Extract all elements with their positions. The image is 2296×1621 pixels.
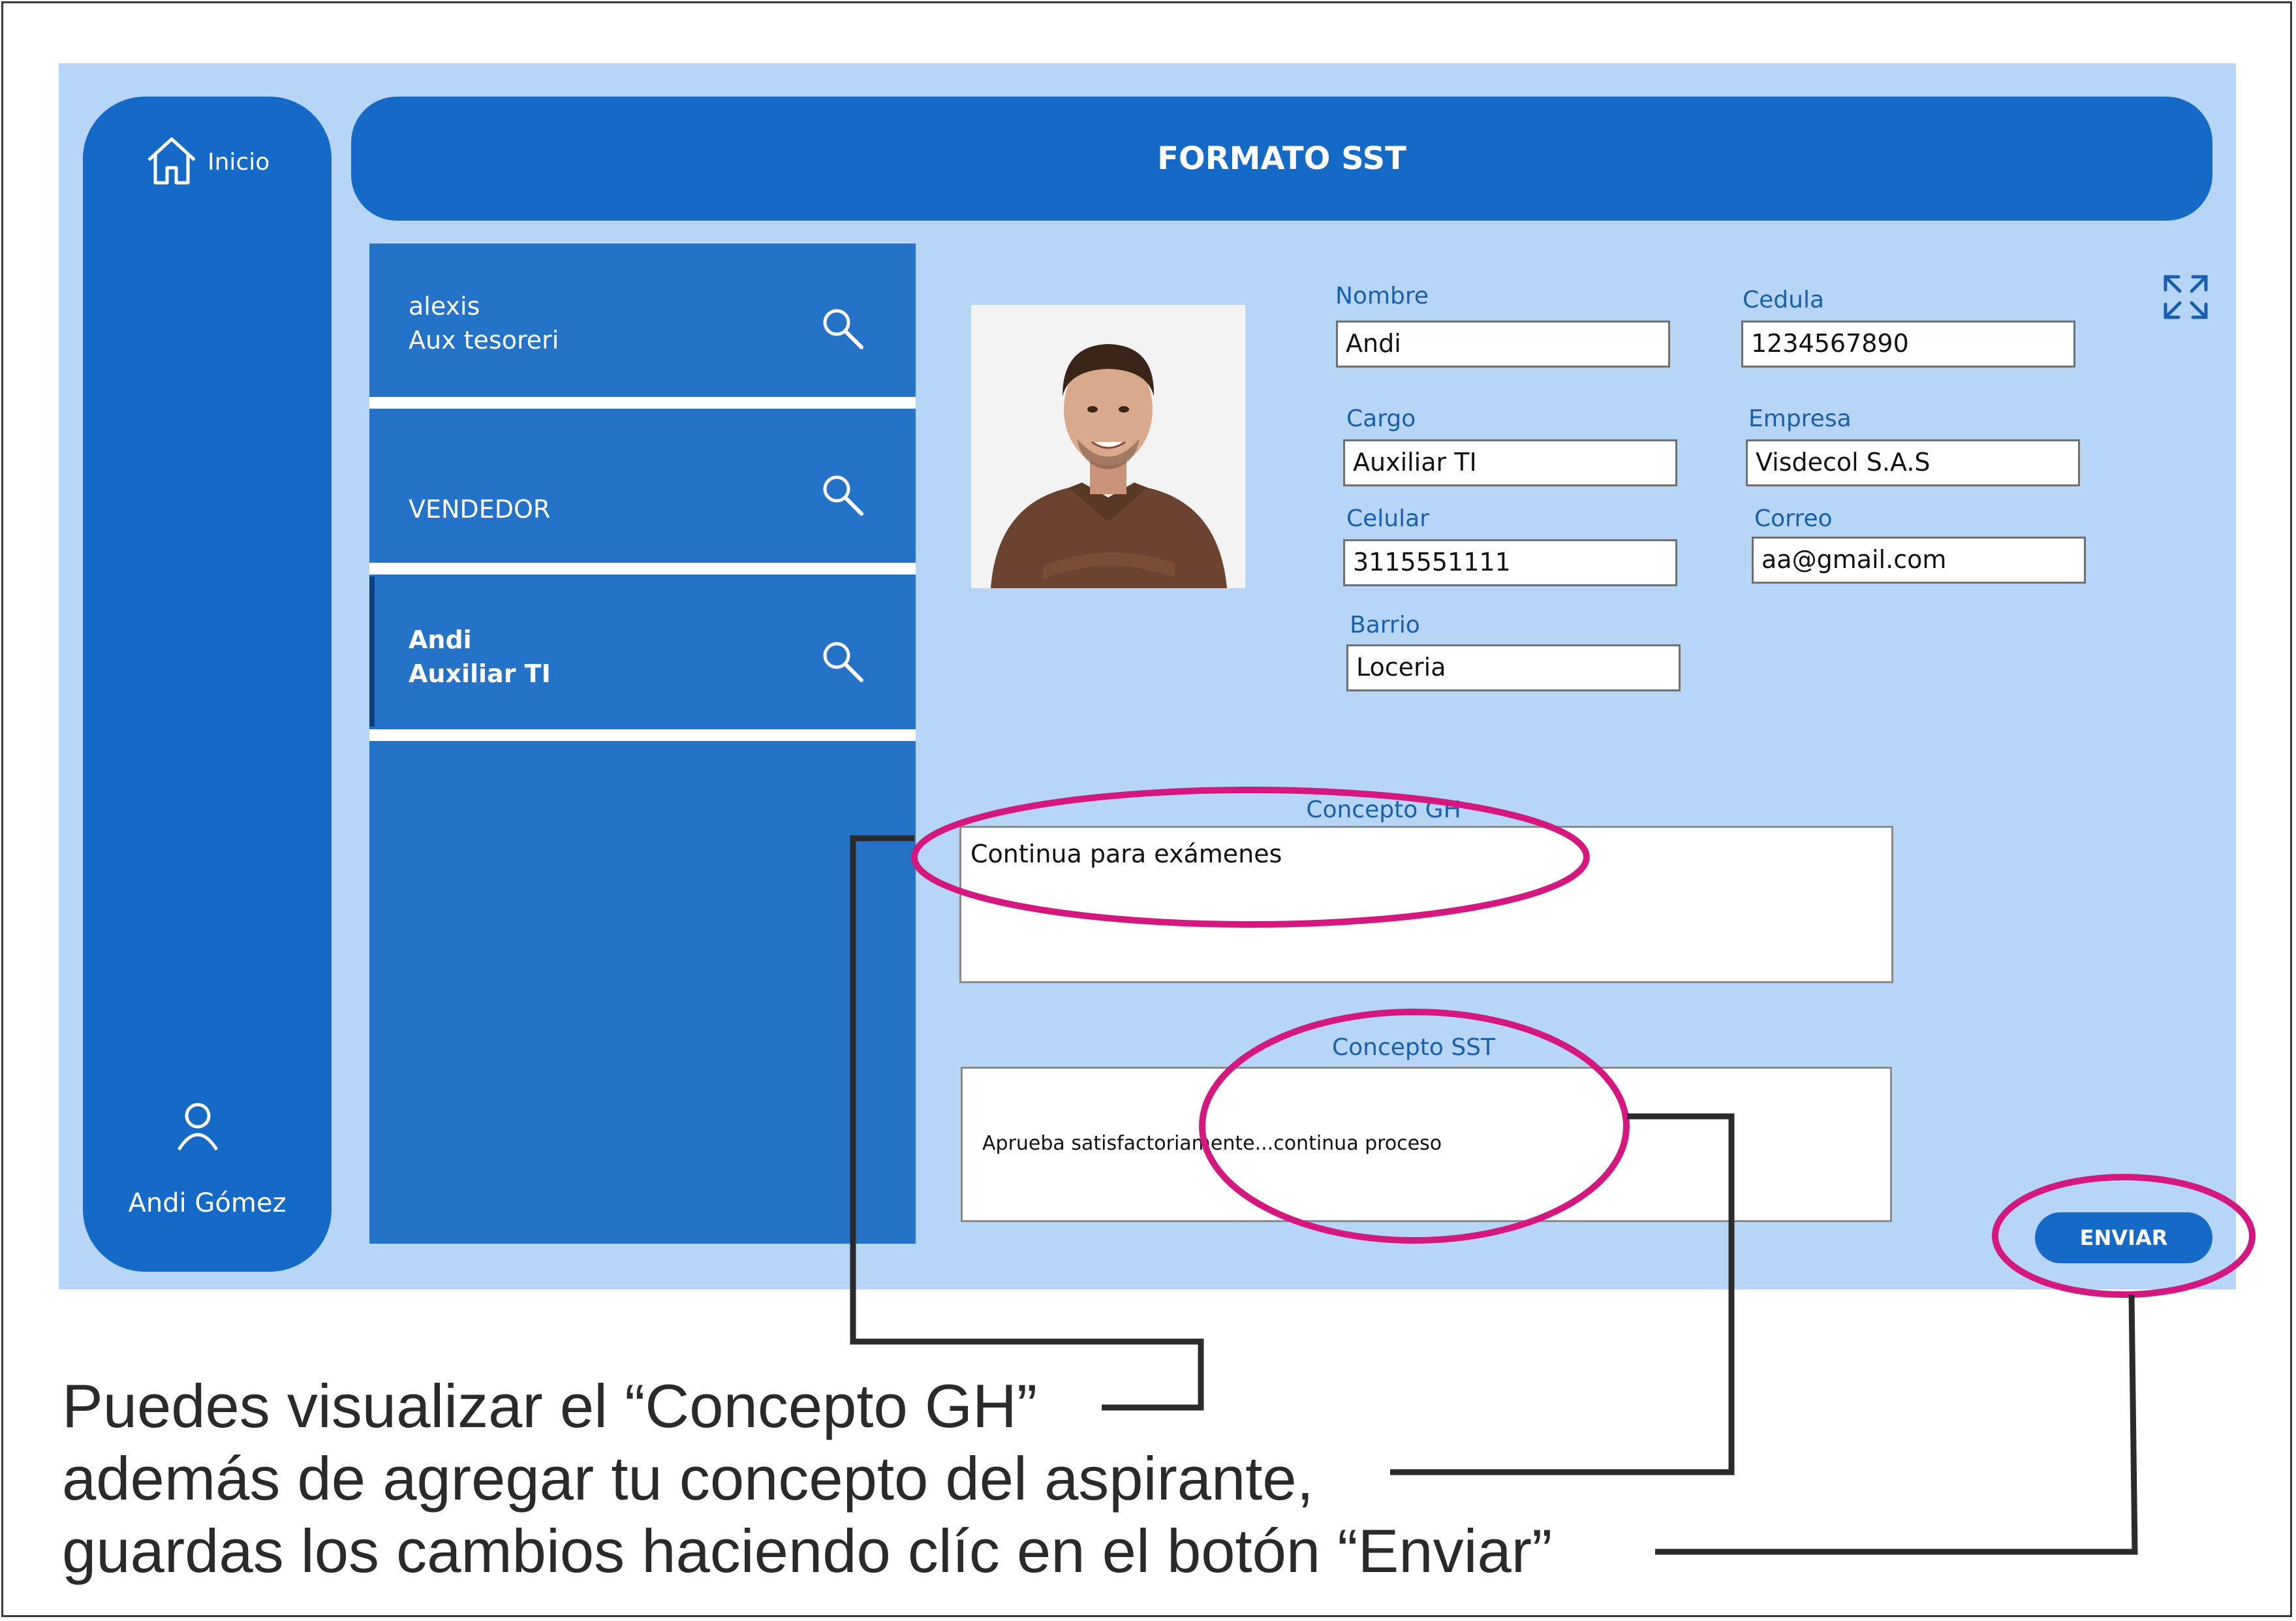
celular-field[interactable]: 3115551111: [1343, 539, 1677, 586]
instruction-line: además de agregar tu concepto del aspira…: [62, 1444, 1314, 1513]
gallery-separator: [369, 729, 916, 741]
empresa-label: Empresa: [1748, 405, 1852, 432]
cargo-field[interactable]: Auxiliar TI: [1343, 439, 1677, 486]
gallery-item[interactable]: alexis Aux tesoreri: [369, 244, 916, 394]
concepto-sst-label: Concepto SST: [1331, 1034, 1496, 1061]
enviar-button[interactable]: ENVIAR: [2035, 1212, 2212, 1263]
user-name: Andi Gómez: [128, 1188, 287, 1218]
search-icon[interactable]: [820, 306, 865, 354]
nombre-label: Nombre: [1335, 283, 1429, 309]
correo-field[interactable]: aa@gmail.com: [1752, 537, 2086, 584]
gallery-item-role: VENDEDOR: [409, 495, 551, 524]
cedula-label: Cedula: [1743, 287, 1825, 313]
home-icon: [145, 134, 198, 191]
home-nav-button[interactable]: Inicio: [145, 134, 270, 191]
page-header: FORMATO SST: [351, 97, 2212, 221]
selected-indicator: [369, 576, 375, 727]
gallery-separator: [369, 563, 916, 574]
search-icon[interactable]: [820, 472, 865, 521]
expand-icon[interactable]: [2162, 273, 2210, 324]
barrio-field[interactable]: Loceria: [1346, 644, 1681, 691]
celular-label: Celular: [1346, 505, 1429, 532]
user-icon: [175, 1100, 221, 1156]
empresa-field[interactable]: Visdecol S.A.S: [1746, 439, 2080, 486]
correo-label: Correo: [1754, 505, 1833, 532]
sidebar: [83, 97, 332, 1272]
enviar-label: ENVIAR: [2079, 1225, 2168, 1250]
gallery-item-role: Auxiliar TI: [409, 659, 551, 688]
gallery-item[interactable]: VENDEDOR: [369, 410, 916, 560]
barrio-label: Barrio: [1350, 612, 1420, 638]
search-icon[interactable]: [820, 638, 865, 687]
page-title: FORMATO SST: [1157, 140, 1406, 177]
gallery-item-name: alexis: [409, 292, 480, 321]
home-label: Inicio: [208, 149, 270, 176]
gallery-item-role: Aux tesoreri: [409, 326, 559, 354]
gallery-item-name: Andi: [409, 625, 472, 654]
concepto-gh-label: Concepto GH: [1306, 796, 1461, 823]
cedula-field[interactable]: 1234567890: [1741, 321, 2075, 368]
employee-photo: [971, 305, 1245, 588]
cargo-label: Cargo: [1346, 405, 1416, 432]
gallery-item-selected[interactable]: Andi Auxiliar TI: [369, 576, 916, 727]
concepto-gh-textarea[interactable]: Continua para exámenes: [959, 826, 1893, 983]
gallery-separator: [369, 397, 916, 409]
nombre-field[interactable]: Andi: [1336, 321, 1670, 368]
instruction-line: Puedes visualizar el “Concepto GH”: [62, 1372, 1038, 1440]
instruction-line: guardas los cambios haciendo clíc en el …: [62, 1517, 1553, 1585]
concepto-sst-textarea[interactable]: Aprueba satisfactoriamente...continua pr…: [961, 1067, 1892, 1222]
